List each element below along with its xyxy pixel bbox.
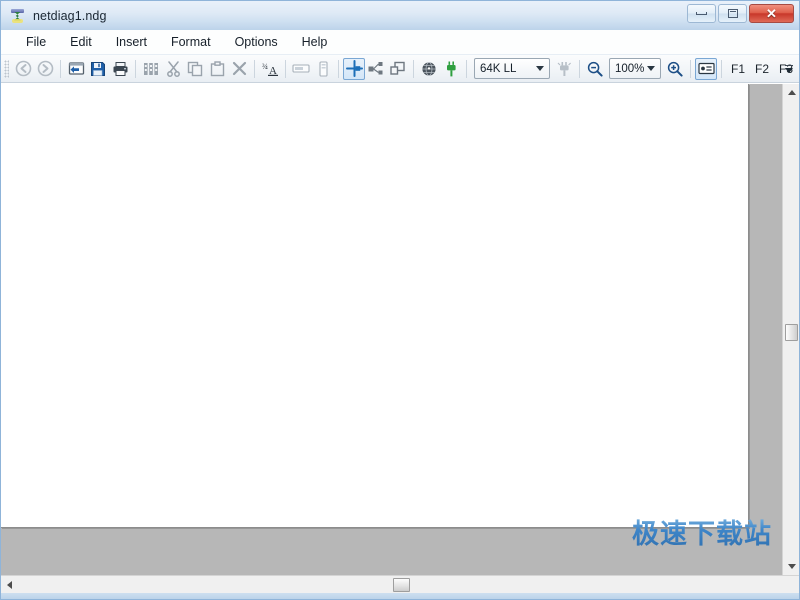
forward-icon bbox=[37, 60, 54, 77]
toolbar-separator-10 bbox=[721, 60, 722, 78]
zoom-in-icon bbox=[667, 61, 683, 77]
label-icon bbox=[292, 63, 310, 74]
print-button[interactable] bbox=[109, 58, 131, 80]
open-button[interactable] bbox=[65, 58, 87, 80]
chevron-down-icon-overflow bbox=[785, 68, 793, 73]
toolbar-grip[interactable] bbox=[4, 60, 9, 78]
network-type-combo[interactable]: 64K LL bbox=[474, 58, 550, 79]
zoom-out-icon bbox=[587, 61, 603, 77]
toolbar-separator-1 bbox=[60, 60, 61, 78]
plug-icon bbox=[557, 61, 572, 77]
document-area[interactable]: 极速下载站 bbox=[1, 84, 782, 575]
note-icon bbox=[698, 62, 715, 75]
chevron-down-icon bbox=[536, 66, 544, 71]
chevron-left-icon bbox=[7, 581, 12, 589]
globe-icon bbox=[421, 61, 437, 77]
forward-button[interactable] bbox=[34, 58, 56, 80]
node-tool-icon bbox=[346, 60, 363, 77]
label-button[interactable] bbox=[290, 58, 312, 80]
chevron-down-icon-scroll bbox=[788, 564, 796, 569]
function-key-f1[interactable]: F1 bbox=[726, 62, 750, 76]
toolbar-separator-3 bbox=[254, 60, 255, 78]
toolbar-separator-2 bbox=[135, 60, 136, 78]
window-controls: ✕ bbox=[687, 4, 794, 23]
scroll-down-button[interactable] bbox=[783, 558, 799, 575]
copy-icon bbox=[187, 61, 203, 77]
chevron-up-icon bbox=[788, 90, 796, 95]
zoom-out-button[interactable] bbox=[584, 58, 606, 80]
zoom-level-combo[interactable]: 100% bbox=[609, 58, 661, 79]
menu-bar: File Edit Insert Format Options Help bbox=[1, 30, 799, 55]
vertical-scroll-thumb[interactable] bbox=[785, 324, 798, 341]
close-icon: ✕ bbox=[766, 7, 777, 20]
menu-insert[interactable]: Insert bbox=[104, 32, 159, 52]
node-tool-button[interactable] bbox=[343, 58, 365, 80]
menu-format[interactable]: Format bbox=[159, 32, 223, 52]
back-button[interactable] bbox=[12, 58, 34, 80]
menu-file[interactable]: File bbox=[14, 32, 58, 52]
connector-icon bbox=[445, 61, 458, 77]
font-button[interactable]: ¾ A bbox=[259, 58, 281, 80]
toolbar-separator-5 bbox=[338, 60, 339, 78]
menu-help[interactable]: Help bbox=[290, 32, 340, 52]
horizontal-scroll-thumb[interactable] bbox=[393, 578, 410, 592]
client-area: 极速下载站 bbox=[1, 83, 799, 575]
rack-icon bbox=[319, 61, 328, 77]
plug-button[interactable] bbox=[553, 58, 575, 80]
paste-button[interactable] bbox=[206, 58, 228, 80]
horizontal-scrollbar[interactable] bbox=[1, 575, 799, 593]
toolbar-separator-4 bbox=[285, 60, 286, 78]
close-button[interactable]: ✕ bbox=[749, 4, 794, 23]
toolbar-overflow-button[interactable] bbox=[783, 59, 795, 79]
menu-edit[interactable]: Edit bbox=[58, 32, 104, 52]
group-icon bbox=[390, 61, 407, 76]
properties-button[interactable] bbox=[140, 58, 162, 80]
note-button[interactable] bbox=[695, 58, 717, 80]
open-icon bbox=[68, 61, 85, 77]
menu-options[interactable]: Options bbox=[223, 32, 290, 52]
network-designer-icon bbox=[10, 8, 26, 24]
toolbar-separator-9 bbox=[690, 60, 691, 78]
group-button[interactable] bbox=[387, 58, 409, 80]
toolbar-separator-7 bbox=[466, 60, 467, 78]
rack-button[interactable] bbox=[312, 58, 334, 80]
minimize-icon bbox=[696, 12, 707, 15]
connector-button[interactable] bbox=[440, 58, 462, 80]
cut-icon bbox=[166, 61, 181, 77]
svg-text:¾: ¾ bbox=[262, 62, 268, 71]
properties-icon bbox=[143, 62, 159, 76]
maximize-button[interactable] bbox=[718, 4, 747, 23]
vertical-scrollbar[interactable] bbox=[782, 84, 799, 575]
save-icon bbox=[90, 61, 106, 77]
save-button[interactable] bbox=[87, 58, 109, 80]
maximize-icon bbox=[728, 9, 738, 18]
application-window: netdiag1.ndg ✕ File Edit Insert Format O… bbox=[0, 0, 800, 600]
delete-icon bbox=[232, 61, 247, 76]
title-bar[interactable]: netdiag1.ndg ✕ bbox=[1, 1, 799, 30]
print-icon bbox=[112, 61, 129, 77]
toolbar-separator-6 bbox=[413, 60, 414, 78]
scroll-left-button[interactable] bbox=[1, 576, 18, 593]
window-title: netdiag1.ndg bbox=[33, 9, 107, 23]
link-nodes-button[interactable] bbox=[365, 58, 387, 80]
link-nodes-icon bbox=[368, 61, 385, 76]
scroll-up-button[interactable] bbox=[783, 84, 799, 101]
paste-icon bbox=[210, 61, 225, 77]
delete-button[interactable] bbox=[228, 58, 250, 80]
zoom-level-value: 100% bbox=[615, 63, 644, 75]
function-key-f2[interactable]: F2 bbox=[750, 62, 774, 76]
zoom-in-button[interactable] bbox=[664, 58, 686, 80]
globe-button[interactable] bbox=[418, 58, 440, 80]
main-toolbar: ¾ A bbox=[1, 55, 799, 83]
minimize-button[interactable] bbox=[687, 4, 716, 23]
status-strip bbox=[1, 593, 799, 599]
network-type-value: 64K LL bbox=[480, 63, 516, 75]
cut-button[interactable] bbox=[162, 58, 184, 80]
diagram-canvas[interactable] bbox=[1, 84, 749, 528]
copy-button[interactable] bbox=[184, 58, 206, 80]
back-icon bbox=[15, 60, 32, 77]
chevron-down-icon-zoom bbox=[647, 66, 655, 71]
font-icon: ¾ A bbox=[262, 61, 279, 77]
toolbar-separator-8 bbox=[579, 60, 580, 78]
